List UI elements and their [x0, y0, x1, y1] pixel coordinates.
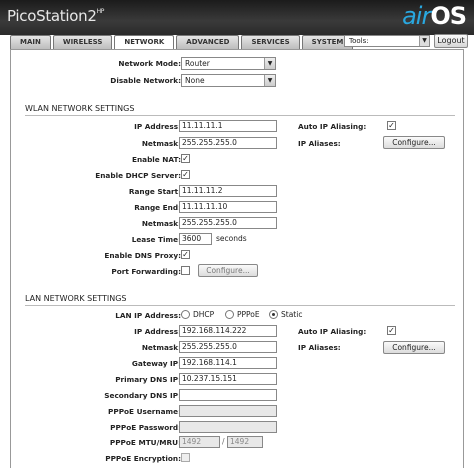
- lan-aliases-configure-button[interactable]: Configure...: [383, 341, 445, 354]
- wlan-netmask-label: Netmask:: [141, 139, 181, 148]
- tab-main[interactable]: MAIN: [10, 35, 51, 49]
- lan-section-title: LAN NETWORK SETTINGS: [25, 294, 127, 303]
- logout-button[interactable]: Logout: [434, 34, 468, 48]
- range-end-label: Range End:: [134, 203, 181, 212]
- network-mode-select[interactable]: Router ▼: [181, 57, 276, 70]
- primary-dns-label: Primary DNS IP:: [115, 375, 181, 384]
- tools-select[interactable]: Tools: ▼: [344, 35, 430, 47]
- chevron-down-icon: ▼: [419, 36, 429, 46]
- wlan-netmask-input[interactable]: 255.255.255.0: [179, 137, 277, 149]
- divider: [25, 305, 455, 306]
- divider: [25, 115, 455, 116]
- airos-logo: airOS: [402, 2, 467, 30]
- enable-nat-label: Enable NAT:: [131, 155, 181, 164]
- wlan-ip-input[interactable]: 11.11.11.1: [179, 120, 277, 132]
- lan-pppoe-label: PPPoE: [237, 310, 260, 319]
- lan-dhcp-radio[interactable]: [181, 310, 190, 319]
- gateway-input[interactable]: 192.168.114.1: [179, 357, 277, 369]
- wlan-aliases-configure-button[interactable]: Configure...: [383, 136, 445, 149]
- lan-static-radio[interactable]: [269, 310, 278, 319]
- pppoe-encryption-checkbox[interactable]: [181, 453, 190, 462]
- lan-aliases-label: IP Aliases:: [298, 343, 341, 352]
- pppoe-username-input[interactable]: [179, 405, 277, 417]
- dhcp-netmask-input[interactable]: 255.255.255.0: [179, 217, 277, 229]
- lan-pppoe-radio[interactable]: [225, 310, 234, 319]
- enable-dhcp-label: Enable DHCP Server:: [95, 171, 181, 180]
- product-name: PicoStation2HP: [7, 7, 105, 25]
- disable-network-label: Disable Network:: [110, 76, 181, 85]
- enable-dhcp-checkbox[interactable]: ✓: [181, 170, 190, 179]
- network-mode-label: Network Mode:: [118, 59, 181, 68]
- wlan-auto-alias-checkbox[interactable]: ✓: [387, 121, 396, 130]
- lan-static-label: Static: [281, 310, 303, 319]
- lan-auto-alias-checkbox[interactable]: ✓: [387, 326, 396, 335]
- lan-ip-mode-label: LAN IP Address:: [115, 311, 181, 320]
- dhcp-netmask-label: Netmask:: [141, 219, 181, 228]
- port-forwarding-configure-button[interactable]: Configure...: [198, 264, 258, 277]
- dns-proxy-checkbox[interactable]: ✓: [181, 250, 190, 259]
- lease-time-input[interactable]: 3600: [179, 233, 212, 245]
- wlan-section-title: WLAN NETWORK SETTINGS: [25, 104, 135, 113]
- mtu-separator: /: [222, 437, 225, 446]
- pppoe-username-label: PPPoE Username:: [108, 407, 181, 416]
- chevron-down-icon: ▼: [264, 75, 275, 86]
- secondary-dns-label: Secondary DNS IP:: [104, 391, 181, 400]
- pppoe-mtu-label: PPPoE MTU/MRU:: [109, 438, 181, 447]
- main-tabs: MAIN WIRELESS NETWORK ADVANCED SERVICES …: [10, 35, 354, 50]
- lan-netmask-label: Netmask:: [141, 343, 181, 352]
- lan-dhcp-label: DHCP: [193, 310, 215, 319]
- range-start-label: Range Start:: [128, 187, 181, 196]
- primary-dns-input[interactable]: 10.237.15.151: [179, 373, 277, 385]
- lan-auto-alias-label: Auto IP Aliasing:: [298, 327, 367, 336]
- tab-wireless[interactable]: WIRELESS: [52, 35, 113, 49]
- lan-netmask-input[interactable]: 255.255.255.0: [179, 341, 277, 353]
- wlan-auto-alias-label: Auto IP Aliasing:: [298, 122, 367, 131]
- port-forwarding-checkbox[interactable]: [181, 266, 190, 275]
- wlan-aliases-label: IP Aliases:: [298, 139, 341, 148]
- lan-ip-input[interactable]: 192.168.114.222: [179, 325, 277, 337]
- tab-services[interactable]: SERVICES: [241, 35, 300, 49]
- chevron-down-icon: ▼: [264, 58, 275, 69]
- range-end-input[interactable]: 11.11.11.10: [179, 201, 277, 213]
- header-bar: PicoStation2HP airOS: [0, 0, 474, 35]
- pppoe-mru-input[interactable]: 1492: [227, 436, 263, 448]
- gateway-label: Gateway IP:: [131, 359, 181, 368]
- lease-time-label: Lease Time:: [131, 235, 181, 244]
- port-forwarding-label: Port Forwarding:: [111, 267, 181, 276]
- wlan-ip-label: IP Address:: [134, 122, 181, 131]
- network-panel: Network Mode: Router ▼ Disable Network: N…: [10, 49, 464, 468]
- pppoe-encryption-label: PPPoE Encryption:: [105, 454, 181, 463]
- disable-network-select[interactable]: None ▼: [181, 74, 276, 87]
- pppoe-mtu-input[interactable]: 1492: [179, 436, 220, 448]
- secondary-dns-input[interactable]: [179, 389, 277, 401]
- enable-nat-checkbox[interactable]: ✓: [181, 154, 190, 163]
- tab-network[interactable]: NETWORK: [114, 35, 175, 50]
- dns-proxy-label: Enable DNS Proxy:: [104, 251, 181, 260]
- tab-advanced[interactable]: ADVANCED: [176, 35, 240, 49]
- range-start-input[interactable]: 11.11.11.2: [179, 185, 277, 197]
- lan-ip-label: IP Address:: [134, 327, 181, 336]
- pppoe-password-input[interactable]: [179, 421, 277, 433]
- lease-unit: seconds: [216, 234, 247, 243]
- pppoe-password-label: PPPoE Password:: [110, 423, 181, 432]
